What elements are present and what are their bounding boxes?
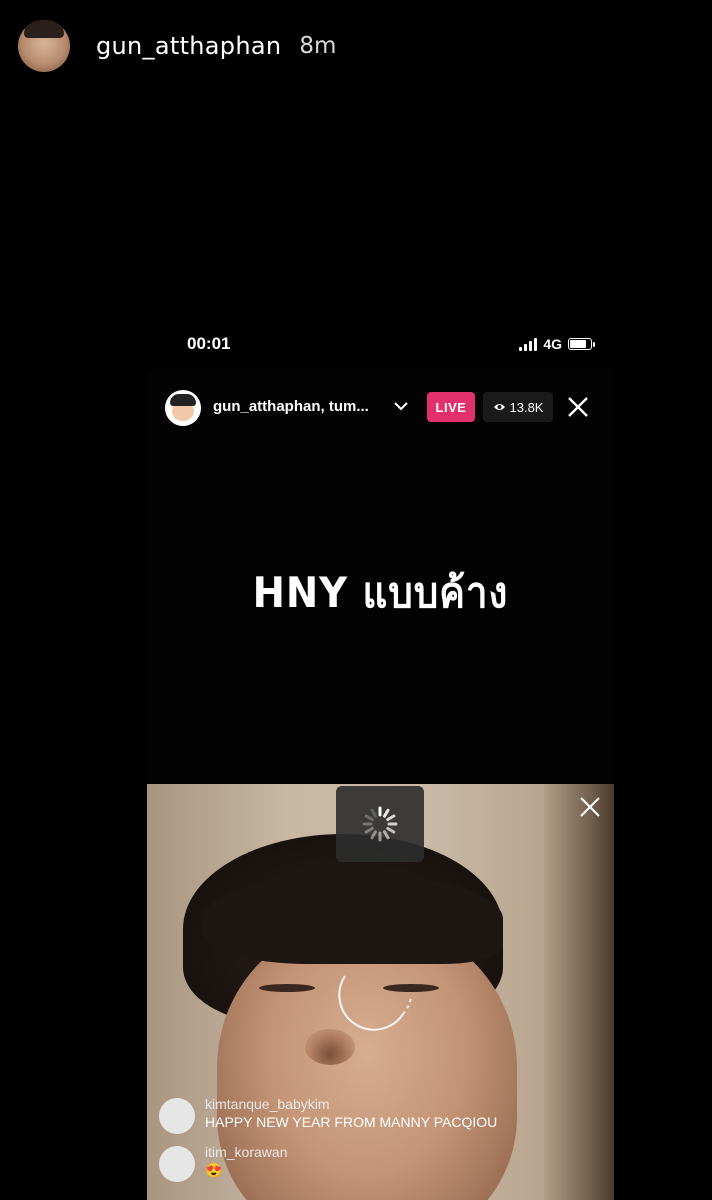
comment-text: 😍: [205, 1162, 223, 1178]
viewer-count[interactable]: 13.8K: [483, 392, 553, 422]
comment-username[interactable]: itim_korawan: [205, 1144, 287, 1160]
comment-item: itim_korawan 😍: [159, 1140, 599, 1188]
close-guest-icon[interactable]: [579, 796, 601, 818]
close-icon[interactable]: [567, 396, 589, 418]
comment-avatar[interactable]: [159, 1146, 195, 1182]
host-names[interactable]: gun_atthaphan, tum...: [213, 398, 369, 415]
live-badge: LIVE: [427, 392, 475, 422]
story-time-ago: 8m: [299, 33, 337, 59]
battery-icon: [568, 338, 595, 350]
live-header: gun_atthaphan, tum... LIVE 13.8K: [147, 388, 614, 428]
story-username[interactable]: gun_atthaphan: [96, 32, 281, 60]
host-avatar[interactable]: [165, 390, 201, 426]
comment-list: kimtanque_babykim HAPPY NEW YEAR FROM MA…: [159, 1092, 599, 1188]
signal-icon: [519, 337, 538, 351]
story-header: gun_atthaphan 8m: [18, 18, 336, 74]
status-time: 00:01: [187, 334, 231, 353]
comment-item: kimtanque_babykim HAPPY NEW YEAR FROM MA…: [159, 1092, 599, 1140]
status-bar: 00:01 4G: [147, 330, 614, 360]
comment-avatar[interactable]: [159, 1098, 195, 1134]
story-avatar[interactable]: [18, 20, 70, 72]
live-caption: HNY แบบค้าง: [252, 568, 509, 617]
network-type: 4G: [543, 336, 562, 352]
live-video-frame: gun_atthaphan, tum... LIVE 13.8K HNY แบบ…: [147, 368, 614, 1200]
loading-ring-icon: [338, 975, 412, 1031]
guest-video: kimtanque_babykim HAPPY NEW YEAR FROM MA…: [147, 784, 614, 1200]
loading-spinner: [336, 786, 424, 862]
eye-icon: [493, 404, 505, 410]
status-indicators: 4G: [519, 336, 595, 352]
viewer-count-value: 13.8K: [509, 399, 544, 415]
comment-text: HAPPY NEW YEAR FROM MANNY PACQIOU: [205, 1114, 498, 1130]
chevron-down-icon[interactable]: [393, 400, 409, 412]
spinner-icon: [362, 806, 398, 842]
comment-username[interactable]: kimtanque_babykim: [205, 1096, 330, 1112]
